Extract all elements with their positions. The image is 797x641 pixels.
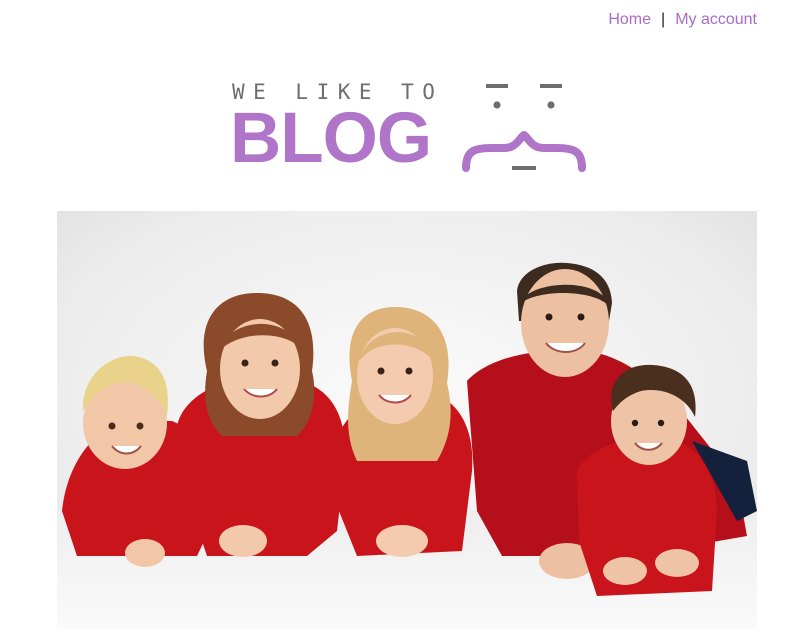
blog-face-icon bbox=[462, 84, 586, 172]
logo-wordmark: BLOG bbox=[230, 99, 432, 178]
home-link[interactable]: Home bbox=[608, 11, 651, 29]
family-photo-image bbox=[57, 211, 757, 629]
hero-image bbox=[57, 211, 757, 629]
nav-separator: | bbox=[661, 11, 666, 28]
top-navigation: Home | My account bbox=[608, 11, 757, 29]
site-logo[interactable]: WE LIKE TO BLOG bbox=[230, 80, 590, 180]
my-account-link[interactable]: My account bbox=[675, 11, 757, 29]
